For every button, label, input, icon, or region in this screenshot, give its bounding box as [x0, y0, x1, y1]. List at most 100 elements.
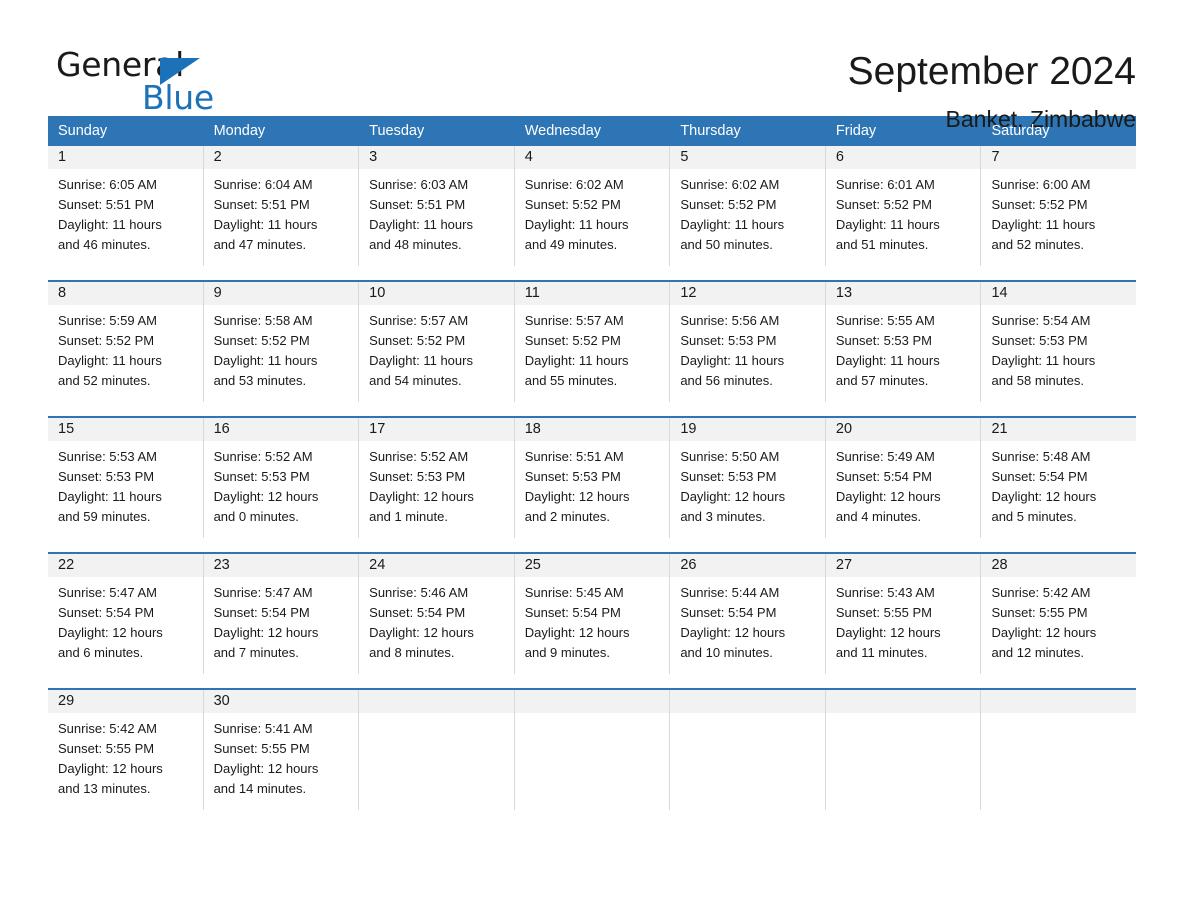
weekday-header-thursday: Thursday: [670, 116, 826, 146]
day-cell[interactable]: 5 Sunrise: 6:02 AM Sunset: 5:52 PM Daylight…: [670, 146, 826, 266]
day-cell[interactable]: 28 Sunrise: 5:42 AM Sunset: 5:55 PM Dayligh…: [981, 554, 1137, 674]
detail-sunrise: Sunrise: 5:42 AM: [991, 585, 1091, 600]
detail-daylight-line1: Daylight: 11 hours: [58, 489, 162, 504]
day-details: Sunrise: 5:45 AM Sunset: 5:54 PM Daylight:…: [515, 577, 670, 663]
day-number: 30: [203, 690, 359, 713]
day-details: Sunrise: 5:57 AM Sunset: 5:52 PM Daylight:…: [359, 305, 514, 391]
detail-daylight-line2: and 13 minutes.: [58, 781, 151, 796]
day-number: 18: [514, 418, 670, 441]
day-cell[interactable]: 18 Sunrise: 5:51 AM Sunset: 5:53 PM Dayligh…: [514, 418, 671, 538]
day-cell[interactable]: 11 Sunrise: 5:57 AM Sunset: 5:52 PM Dayligh…: [514, 282, 671, 402]
day-cell[interactable]: 24 Sunrise: 5:46 AM Sunset: 5:54 PM Dayligh…: [359, 554, 515, 674]
day-number: 4: [514, 146, 670, 169]
weekday-header-monday: Monday: [204, 116, 360, 146]
day-cell[interactable]: 16 Sunrise: 5:52 AM Sunset: 5:53 PM Dayligh…: [203, 418, 360, 538]
detail-sunset: Sunset: 5:55 PM: [835, 605, 933, 620]
day-details: Sunrise: 5:53 AM Sunset: 5:53 PM Daylight:…: [48, 441, 203, 527]
day-cell[interactable]: 14 Sunrise: 5:54 AM Sunset: 5:53 PM Dayligh…: [981, 282, 1137, 402]
day-cell[interactable]: 21 Sunrise: 5:48 AM Sunset: 5:54 PM Dayligh…: [981, 418, 1137, 538]
day-details: Sunrise: 6:01 AM Sunset: 5:52 PM Daylight:…: [826, 169, 981, 255]
day-cell[interactable]: 23 Sunrise: 5:47 AM Sunset: 5:54 PM Dayligh…: [203, 554, 360, 674]
detail-daylight-line1: Daylight: 12 hours: [835, 489, 941, 504]
day-cell[interactable]: 26 Sunrise: 5:44 AM Sunset: 5:54 PM Dayligh…: [670, 554, 826, 674]
detail-daylight-line1: Daylight: 11 hours: [835, 217, 940, 232]
detail-daylight-line1: Daylight: 12 hours: [213, 489, 319, 504]
day-number: 9: [203, 282, 359, 305]
general-blue-logo[interactable]: General Blue: [56, 48, 256, 118]
week-spacer: [48, 674, 1136, 688]
detail-sunrise: Sunrise: 6:02 AM: [680, 177, 780, 192]
detail-sunset: Sunset: 5:53 PM: [369, 469, 466, 484]
day-cell[interactable]: 30 Sunrise: 5:41 AM Sunset: 5:55 PM Dayligh…: [203, 690, 360, 810]
detail-sunrise: Sunrise: 5:47 AM: [58, 585, 157, 600]
day-details: Sunrise: 5:52 AM Sunset: 5:53 PM Daylight:…: [204, 441, 359, 527]
day-cell[interactable]: 6 Sunrise: 6:01 AM Sunset: 5:52 PM Daylight…: [825, 146, 982, 266]
detail-sunset: Sunset: 5:52 PM: [524, 333, 621, 348]
day-details: Sunrise: 5:47 AM Sunset: 5:54 PM Daylight:…: [204, 577, 359, 663]
detail-daylight-line1: Daylight: 12 hours: [524, 489, 630, 504]
detail-daylight-line1: Daylight: 11 hours: [369, 217, 473, 232]
detail-sunrise: Sunrise: 5:47 AM: [213, 585, 313, 600]
day-cell[interactable]: 12 Sunrise: 5:56 AM Sunset: 5:53 PM Dayligh…: [670, 282, 826, 402]
day-cell[interactable]: 17 Sunrise: 5:52 AM Sunset: 5:53 PM Dayligh…: [359, 418, 515, 538]
day-details: Sunrise: 6:05 AM Sunset: 5:51 PM Daylight:…: [48, 169, 203, 255]
day-cell[interactable]: 19 Sunrise: 5:50 AM Sunset: 5:53 PM Dayligh…: [670, 418, 826, 538]
day-cell[interactable]: 25 Sunrise: 5:45 AM Sunset: 5:54 PM Dayligh…: [514, 554, 671, 674]
day-cell[interactable]: 20 Sunrise: 5:49 AM Sunset: 5:54 PM Dayligh…: [825, 418, 982, 538]
day-cell[interactable]: 7 Sunrise: 6:00 AM Sunset: 5:52 PM Daylight…: [981, 146, 1137, 266]
day-number: 26: [670, 554, 825, 577]
detail-sunrise: Sunrise: 5:57 AM: [524, 313, 624, 328]
day-cell[interactable]: 1 Sunrise: 6:05 AM Sunset: 5:51 PM Daylight…: [48, 146, 204, 266]
page-title: September 2024: [847, 50, 1136, 93]
detail-sunrise: Sunrise: 5:52 AM: [369, 449, 469, 464]
day-number: 25: [514, 554, 670, 577]
day-number: [981, 690, 1137, 713]
detail-sunset: Sunset: 5:54 PM: [991, 469, 1088, 484]
day-details: Sunrise: 5:57 AM Sunset: 5:52 PM Daylight:…: [515, 305, 670, 391]
day-cell[interactable]: 13 Sunrise: 5:55 AM Sunset: 5:53 PM Dayligh…: [825, 282, 982, 402]
day-number: 10: [359, 282, 514, 305]
day-cell[interactable]: 15 Sunrise: 5:53 AM Sunset: 5:53 PM Dayligh…: [48, 418, 204, 538]
day-details: Sunrise: 5:55 AM Sunset: 5:53 PM Daylight:…: [826, 305, 981, 391]
detail-daylight-line1: Daylight: 12 hours: [213, 761, 319, 776]
detail-daylight-line1: Daylight: 12 hours: [58, 625, 163, 640]
weeks-container: 1 Sunrise: 6:05 AM Sunset: 5:51 PM Daylight…: [48, 146, 1137, 810]
week-row: 22 Sunrise: 5:47 AM Sunset: 5:54 PM Dayligh…: [48, 552, 1137, 674]
detail-daylight-line2: and 56 minutes.: [680, 373, 773, 388]
day-cell[interactable]: 3 Sunrise: 6:03 AM Sunset: 5:51 PM Daylight…: [359, 146, 515, 266]
detail-daylight-line1: Daylight: 11 hours: [991, 353, 1096, 368]
day-cell[interactable]: 10 Sunrise: 5:57 AM Sunset: 5:52 PM Dayligh…: [359, 282, 515, 402]
day-cell[interactable]: 29 Sunrise: 5:42 AM Sunset: 5:55 PM Dayligh…: [48, 690, 204, 810]
detail-sunset: Sunset: 5:52 PM: [213, 333, 310, 348]
detail-daylight-line1: Daylight: 11 hours: [58, 217, 162, 232]
day-details: Sunrise: 5:44 AM Sunset: 5:54 PM Daylight:…: [670, 577, 825, 663]
detail-sunset: Sunset: 5:55 PM: [58, 741, 155, 756]
detail-daylight-line1: Daylight: 12 hours: [369, 625, 474, 640]
detail-daylight-line2: and 12 minutes.: [991, 645, 1084, 660]
day-details: Sunrise: 5:58 AM Sunset: 5:52 PM Daylight:…: [204, 305, 359, 391]
detail-daylight-line2: and 46 minutes.: [58, 237, 151, 252]
detail-daylight-line1: Daylight: 11 hours: [213, 353, 318, 368]
day-cell[interactable]: 8 Sunrise: 5:59 AM Sunset: 5:52 PM Daylight…: [48, 282, 204, 402]
detail-daylight-line2: and 8 minutes.: [369, 645, 455, 660]
detail-daylight-line2: and 11 minutes.: [835, 645, 928, 660]
day-cell[interactable]: 4 Sunrise: 6:02 AM Sunset: 5:52 PM Daylight…: [514, 146, 671, 266]
day-cell[interactable]: 9 Sunrise: 5:58 AM Sunset: 5:52 PM Daylight…: [203, 282, 360, 402]
day-number: 19: [670, 418, 825, 441]
detail-sunset: Sunset: 5:55 PM: [991, 605, 1088, 620]
detail-daylight-line1: Daylight: 11 hours: [835, 353, 940, 368]
detail-sunrise: Sunrise: 5:42 AM: [58, 721, 157, 736]
detail-daylight-line1: Daylight: 12 hours: [524, 625, 630, 640]
day-number: 13: [825, 282, 981, 305]
detail-daylight-line2: and 55 minutes.: [524, 373, 618, 388]
detail-sunset: Sunset: 5:53 PM: [835, 333, 933, 348]
day-cell[interactable]: 22 Sunrise: 5:47 AM Sunset: 5:54 PM Dayligh…: [48, 554, 204, 674]
detail-sunrise: Sunrise: 5:49 AM: [835, 449, 935, 464]
day-cell[interactable]: 2 Sunrise: 6:04 AM Sunset: 5:51 PM Daylight…: [203, 146, 360, 266]
detail-sunset: Sunset: 5:53 PM: [680, 469, 777, 484]
day-details: Sunrise: 5:42 AM Sunset: 5:55 PM Daylight:…: [981, 577, 1136, 663]
detail-sunrise: Sunrise: 6:00 AM: [991, 177, 1091, 192]
detail-daylight-line1: Daylight: 12 hours: [991, 489, 1097, 504]
detail-daylight-line1: Daylight: 11 hours: [680, 353, 785, 368]
day-cell[interactable]: 27 Sunrise: 5:43 AM Sunset: 5:55 PM Dayligh…: [825, 554, 982, 674]
